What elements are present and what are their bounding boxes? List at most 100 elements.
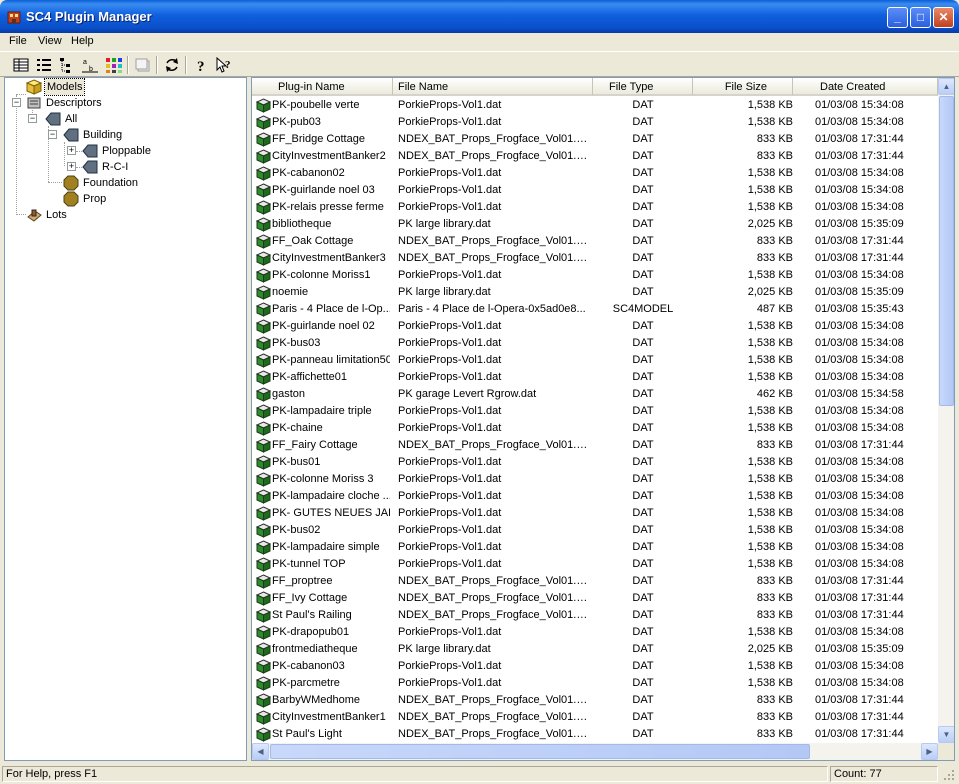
- toolbar-separator: [185, 56, 187, 74]
- sort-icon[interactable]: a b: [80, 55, 100, 75]
- table-row[interactable]: PK-lampadaire triple PorkieProps-Vol1.dat…: [252, 403, 938, 420]
- table-row[interactable]: PK-cabanon02 PorkieProps-Vol1.dat DAT 1,538…: [252, 165, 938, 182]
- column-header-date-created[interactable]: Date Created: [793, 78, 938, 96]
- app-icon[interactable]: [6, 9, 22, 25]
- scroll-corner: [938, 743, 954, 760]
- file-type-cell: DAT: [632, 337, 654, 349]
- close-icon: ✕: [938, 10, 949, 24]
- tree-pane[interactable]: Models − Descriptors − All − Building + …: [4, 77, 247, 761]
- vertical-scroll-thumb[interactable]: [939, 96, 954, 406]
- table-row[interactable]: PK-chaine PorkieProps-Vol1.dat DAT 1,538 KB…: [252, 420, 938, 437]
- file-type-cell: DAT: [632, 439, 654, 451]
- tree-node-models[interactable]: Models: [5, 78, 245, 96]
- table-row[interactable]: PK-bus02 PorkieProps-Vol1.dat DAT 1,538 KB 0…: [252, 522, 938, 539]
- table-row[interactable]: PK-bus01 PorkieProps-Vol1.dat DAT 1,538 KB 0…: [252, 454, 938, 471]
- tree-node-lots[interactable]: Lots: [5, 207, 245, 223]
- collapse-toggle[interactable]: −: [12, 98, 21, 107]
- table-row[interactable]: FF_proptree NDEX_BAT_Props_Frogface_Vol01…: [252, 573, 938, 590]
- table-row[interactable]: gaston PK garage Levert Rgrow.dat DAT 462 K…: [252, 386, 938, 403]
- table-row[interactable]: BarbyWMedhome NDEX_BAT_Props_Frogface_Vol…: [252, 692, 938, 709]
- tree-node-building[interactable]: − Building: [5, 127, 245, 143]
- column-header-file-type[interactable]: File Type: [593, 78, 693, 96]
- vertical-scrollbar[interactable]: ▲ ▼: [938, 78, 954, 743]
- tree-node-rci[interactable]: + R-C-I: [5, 159, 245, 175]
- table-row[interactable]: PK-relais presse ferme PorkieProps-Vol1.d…: [252, 199, 938, 216]
- table-row[interactable]: PK-drapopub01 PorkieProps-Vol1.dat DAT 1,53…: [252, 624, 938, 641]
- table-row[interactable]: PK- GUTES NEUES JAHR PorkieProps-Vol1.dat…: [252, 505, 938, 522]
- table-row[interactable]: PK-parcmetre PorkieProps-Vol1.dat DAT 1,538…: [252, 675, 938, 692]
- table-row[interactable]: FF_Bridge Cottage NDEX_BAT_Props_Frogface…: [252, 131, 938, 148]
- table-row[interactable]: PK-cabanon03 PorkieProps-Vol1.dat DAT 1,538…: [252, 658, 938, 675]
- tree-view-icon[interactable]: [57, 55, 77, 75]
- color-grid-icon[interactable]: [104, 55, 124, 75]
- expand-toggle[interactable]: +: [67, 162, 76, 171]
- table-row[interactable]: PK-affichette01 PorkieProps-Vol1.dat DAT 1,…: [252, 369, 938, 386]
- menu-view[interactable]: View: [38, 35, 62, 47]
- maximize-button[interactable]: □: [910, 7, 931, 28]
- scroll-up-button[interactable]: ▲: [938, 78, 954, 95]
- horizontal-scroll-thumb[interactable]: [270, 744, 810, 759]
- context-help-icon[interactable]: ?: [214, 55, 234, 75]
- plugin-name-cell: FF_proptree: [272, 575, 333, 587]
- title-bar[interactable]: SC4 Plugin Manager _ □ ✕: [0, 0, 959, 33]
- date-created-cell: 01/03/08 17:31:44: [815, 252, 904, 264]
- table-row[interactable]: FF_Oak Cottage NDEX_BAT_Props_Frogface_Vo…: [252, 233, 938, 250]
- table-row[interactable]: PK-lampadaire simple PorkieProps-Vol1.dat…: [252, 539, 938, 556]
- details-view-icon[interactable]: [11, 55, 31, 75]
- table-row[interactable]: CityInvestmentBanker3 NDEX_BAT_Props_Frog…: [252, 250, 938, 267]
- file-list[interactable]: Plug-in Name File Name File Type File Si…: [251, 77, 955, 761]
- tree-node-ploppable[interactable]: + Ploppable: [5, 143, 245, 159]
- table-row[interactable]: PK-panneau limitation50 PorkieProps-Vol1.…: [252, 352, 938, 369]
- table-row[interactable]: FF_Fairy Cottage NDEX_BAT_Props_Frogface_…: [252, 437, 938, 454]
- table-row[interactable]: PK-guirlande noel 03 PorkieProps-Vol1.dat…: [252, 182, 938, 199]
- scroll-down-button[interactable]: ▼: [938, 726, 954, 743]
- menu-help[interactable]: Help: [71, 35, 94, 47]
- tree-node-foundation[interactable]: Foundation: [5, 175, 245, 191]
- table-row[interactable]: PK-colonne Moriss1 PorkieProps-Vol1.dat DA…: [252, 267, 938, 284]
- collapse-toggle[interactable]: −: [48, 130, 57, 139]
- help-icon[interactable]: ?: [191, 55, 211, 75]
- column-header-plugin-name[interactable]: Plug-in Name: [252, 78, 393, 96]
- plugin-name-cell: gaston: [272, 388, 306, 400]
- properties-icon[interactable]: [133, 55, 153, 75]
- table-row[interactable]: bibliotheque PK large library.dat DAT 2,025…: [252, 216, 938, 233]
- arrow-up-icon: ▲: [942, 82, 951, 91]
- model-cube-icon: [256, 404, 271, 419]
- scroll-right-button[interactable]: ▶: [921, 743, 938, 760]
- close-button[interactable]: ✕: [933, 7, 954, 28]
- table-row[interactable]: Paris - 4 Place de l-Op... Paris - 4 Plac…: [252, 301, 938, 318]
- table-row[interactable]: PK-tunnel TOP PorkieProps-Vol1.dat DAT 1,53…: [252, 556, 938, 573]
- table-row[interactable]: PK-pub03 PorkieProps-Vol1.dat DAT 1,538 KB 0…: [252, 114, 938, 131]
- column-header-file-size[interactable]: File Size: [693, 78, 793, 96]
- tree-node-prop[interactable]: Prop: [5, 191, 245, 207]
- table-row[interactable]: PK-lampadaire cloche ... PorkieProps-Vol1…: [252, 488, 938, 505]
- column-header-file-name[interactable]: File Name: [393, 78, 593, 96]
- collapse-toggle[interactable]: −: [28, 114, 37, 123]
- menu-file[interactable]: File: [9, 35, 27, 47]
- resize-grip-icon[interactable]: [942, 768, 956, 782]
- svg-text:?: ?: [197, 59, 205, 75]
- refresh-icon[interactable]: [162, 55, 182, 75]
- file-size-cell: 833 KB: [756, 575, 793, 587]
- table-row[interactable]: St Paul's Light NDEX_BAT_Props_Frogface_V…: [252, 726, 938, 743]
- expand-toggle[interactable]: +: [67, 146, 76, 155]
- table-row[interactable]: PK-bus03 PorkieProps-Vol1.dat DAT 1,538 KB 0…: [252, 335, 938, 352]
- minimize-button[interactable]: _: [887, 7, 908, 28]
- tree-node-all[interactable]: − All: [5, 111, 245, 127]
- table-row[interactable]: CityInvestmentBanker2 NDEX_BAT_Props_Frog…: [252, 148, 938, 165]
- table-row[interactable]: PK-poubelle verte PorkieProps-Vol1.dat DAT…: [252, 97, 938, 114]
- table-row[interactable]: frontmediatheque PK large library.dat DAT 2…: [252, 641, 938, 658]
- date-created-cell: 01/03/08 15:34:08: [815, 677, 904, 689]
- tree-node-descriptors[interactable]: − Descriptors: [5, 95, 245, 111]
- scroll-left-button[interactable]: ◀: [252, 743, 269, 760]
- list-view-icon[interactable]: [34, 55, 54, 75]
- table-row[interactable]: noemie PK large library.dat DAT 2,025 KB 01/…: [252, 284, 938, 301]
- tree-label-descriptors: Descriptors: [46, 97, 102, 109]
- plugin-name-cell: PK-drapopub01: [272, 626, 350, 638]
- table-row[interactable]: PK-guirlande noel 02 PorkieProps-Vol1.dat…: [252, 318, 938, 335]
- table-row[interactable]: PK-colonne Moriss 3 PorkieProps-Vol1.dat D…: [252, 471, 938, 488]
- horizontal-scrollbar[interactable]: ◀ ▶: [252, 743, 938, 760]
- table-row[interactable]: St Paul's Railing NDEX_BAT_Props_Frogface…: [252, 607, 938, 624]
- table-row[interactable]: FF_Ivy Cottage NDEX_BAT_Props_Frogface_Vo…: [252, 590, 938, 607]
- table-row[interactable]: CityInvestmentBanker1 NDEX_BAT_Props_Frog…: [252, 709, 938, 726]
